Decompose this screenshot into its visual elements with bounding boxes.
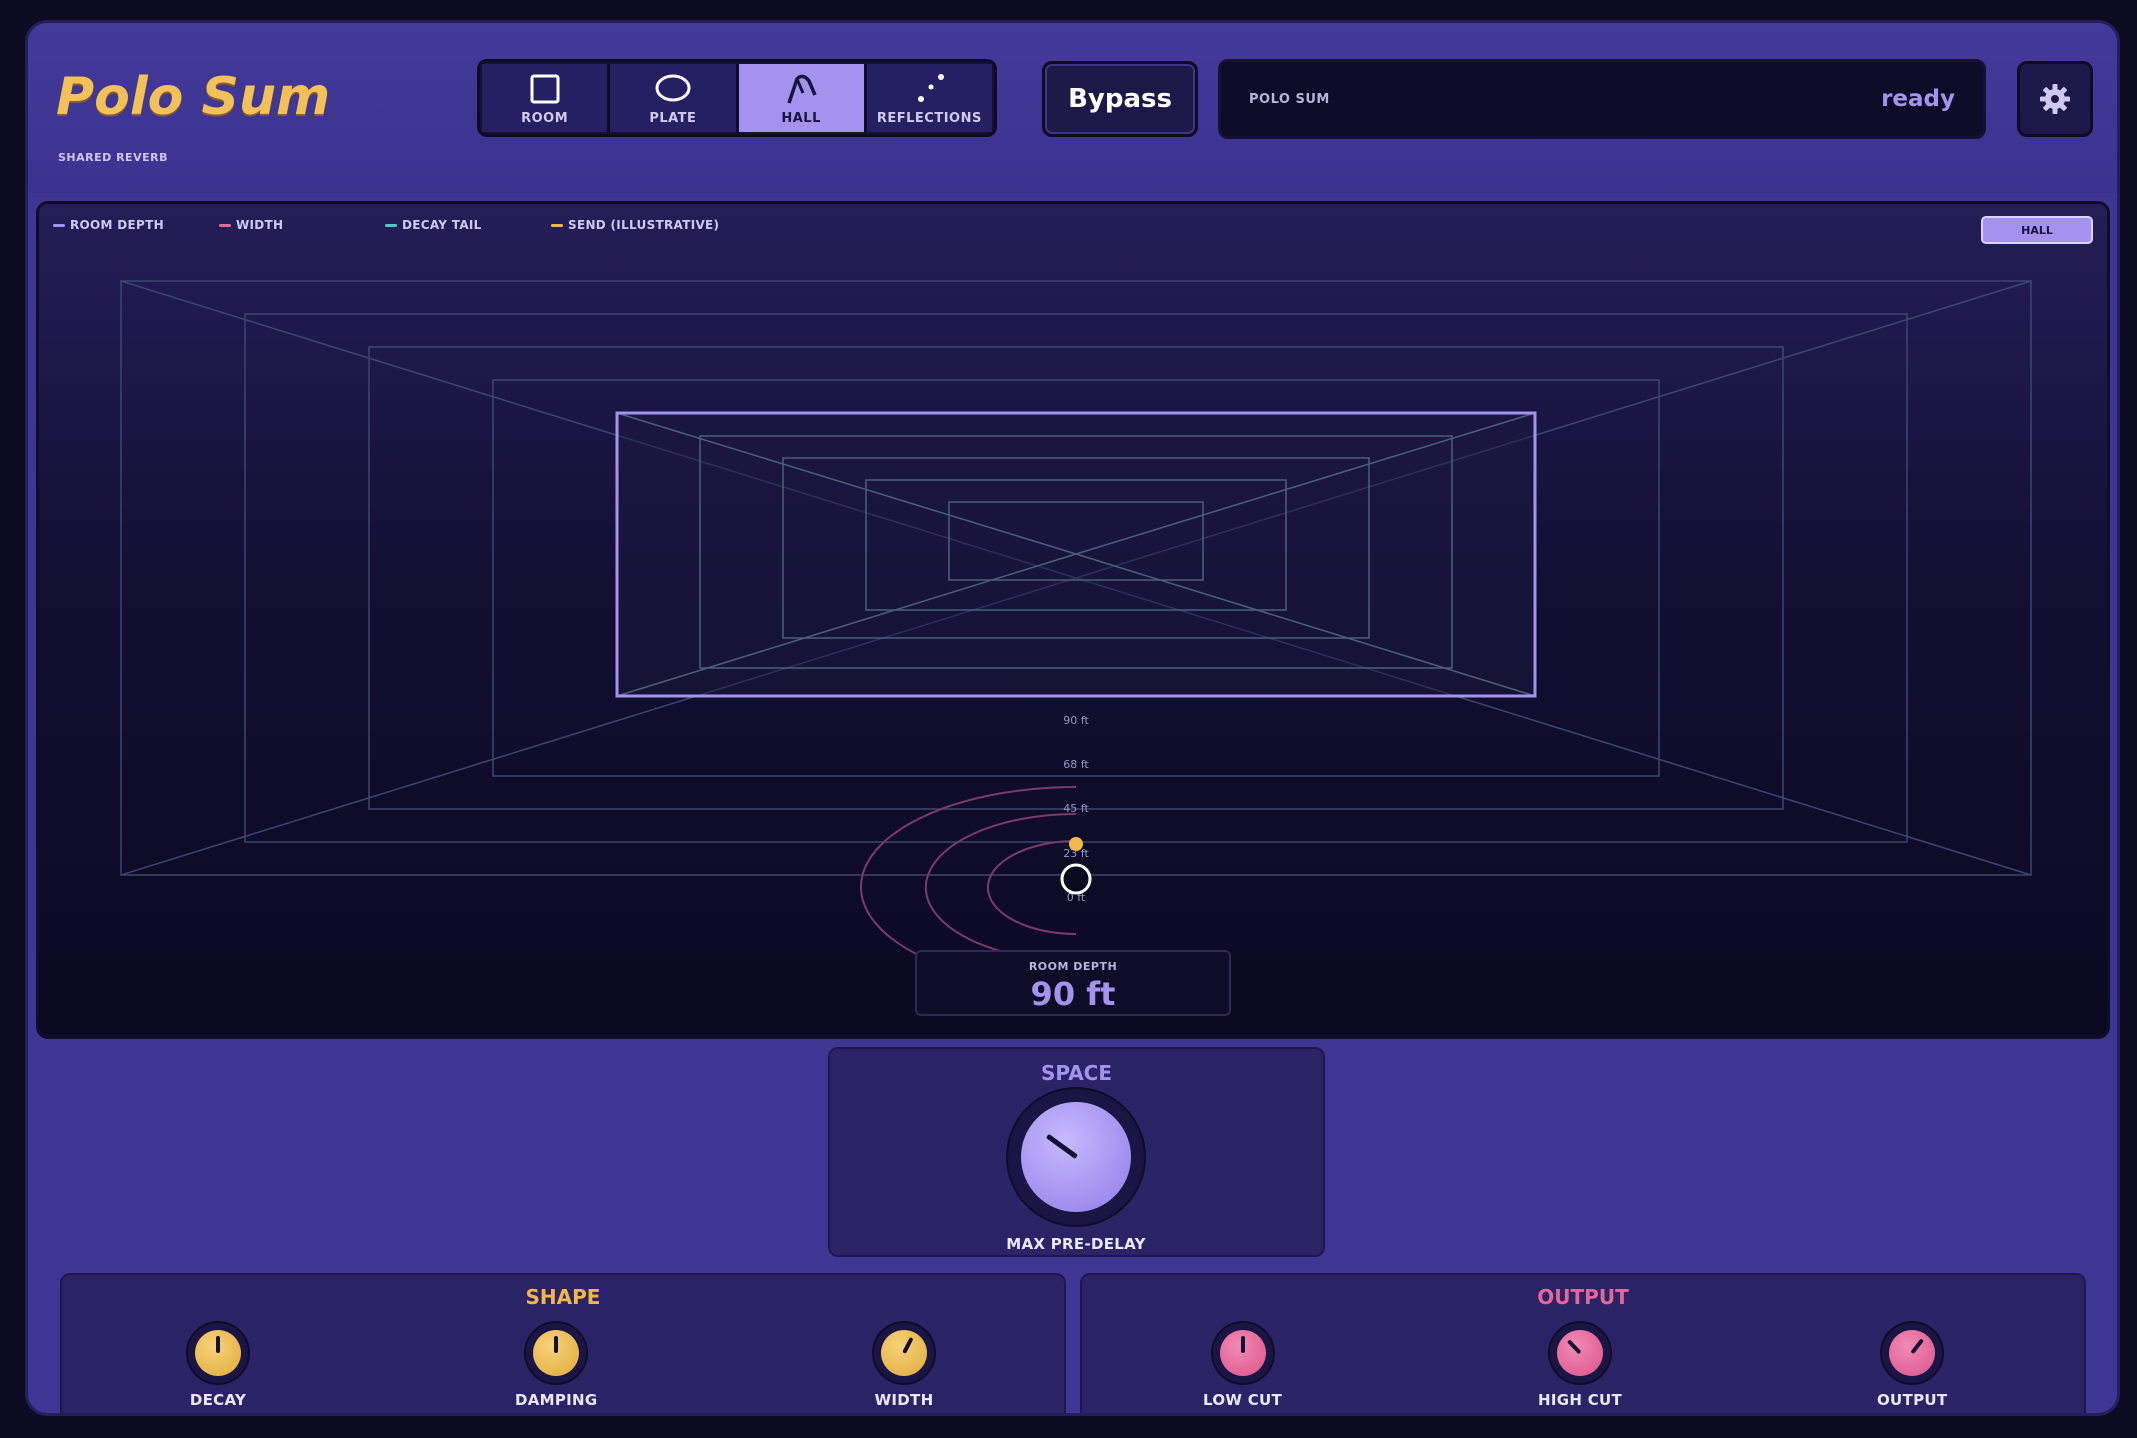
knob-cap (1219, 1330, 1266, 1376)
hall-icon (781, 71, 821, 107)
knob-cap (1021, 1102, 1131, 1212)
room-visualizer[interactable]: ROOM DEPTH WIDTH DECAY TAIL SEND (ILLUST… (36, 201, 2110, 1039)
square-icon (525, 71, 565, 107)
send-dot (1069, 837, 1083, 851)
width-label: WIDTH (874, 1391, 934, 1409)
decay-control: DECAY (186, 1321, 250, 1409)
damping-label: DAMPING (515, 1391, 598, 1409)
mode-selector: ROOM PLATE HALL REFLECTIONS (477, 59, 997, 137)
mode-plate-button[interactable]: PLATE (610, 64, 739, 132)
space-panel: SPACE MAX PRE-DELAY (828, 1047, 1325, 1257)
plugin-subtitle: SHARED REVERB (58, 151, 168, 164)
decay-label: DECAY (189, 1391, 247, 1409)
decay-knob[interactable] (186, 1321, 250, 1385)
knob-cap (195, 1330, 241, 1376)
knob-pointer (902, 1336, 914, 1354)
knob-pointer (1566, 1339, 1582, 1355)
settings-button[interactable] (2017, 61, 2093, 137)
damping-control: DAMPING (515, 1321, 598, 1409)
ellipse-icon (653, 71, 693, 107)
room-depth-value: 90 ft (1030, 975, 1116, 1013)
output-title: OUTPUT (1537, 1285, 1629, 1309)
plugin-window: Polo Sum SHARED REVERB ROOM PLATE HALL R… (25, 20, 2120, 1416)
knob-pointer (1045, 1133, 1078, 1160)
mode-reflections-label: REFLECTIONS (876, 110, 982, 126)
high-cut-control: HIGH CUT (1538, 1321, 1622, 1409)
width-knob[interactable] (872, 1321, 936, 1385)
shape-title: SHAPE (525, 1285, 601, 1309)
mode-reflections-button[interactable]: REFLECTIONS (866, 64, 992, 132)
max-pre-delay-control: MAX PRE-DELAY (1006, 1087, 1146, 1253)
max-pre-delay-label: MAX PRE-DELAY (1006, 1235, 1146, 1253)
gear-icon (2040, 84, 2070, 114)
knob-cap (881, 1330, 927, 1376)
perspective-room: 90 ft 68 ft 45 ft 23 ft 0 ft (120, 280, 2032, 988)
status-name: POLO SUM (1249, 92, 1330, 107)
shape-panel: SHAPE DECAY DAMPING WIDTH (60, 1273, 1066, 1413)
knob-pointer (554, 1336, 559, 1353)
mode-hall-label: HALL (781, 110, 821, 126)
output-control: OUTPUT (1877, 1321, 1947, 1409)
plugin-title: Polo Sum (56, 67, 331, 127)
knob-cap (1889, 1330, 1936, 1376)
max-pre-delay-knob[interactable] (1006, 1087, 1146, 1227)
status-display: POLO SUM ready (1218, 59, 1986, 139)
width-arc-mid (924, 813, 1077, 962)
depth-tick-label: 90 ft (1063, 714, 1089, 727)
low-cut-knob[interactable] (1210, 1321, 1275, 1385)
space-title: SPACE (1040, 1061, 1113, 1085)
mode-hall-button[interactable]: HALL (738, 64, 867, 132)
status-state: ready (1881, 86, 1955, 112)
output-knob[interactable] (1880, 1321, 1945, 1385)
output-panel: OUTPUT LOW CUT HIGH CUT OUTPUT (1080, 1273, 2086, 1413)
depth-tick-label: 45 ft (1063, 802, 1089, 815)
low-cut-control: LOW CUT (1203, 1321, 1282, 1409)
knob-pointer (216, 1336, 220, 1353)
damping-knob[interactable] (524, 1321, 589, 1385)
depth-tick-label: 68 ft (1063, 758, 1089, 771)
bypass-button[interactable]: Bypass (1042, 61, 1198, 137)
high-cut-knob[interactable] (1548, 1321, 1613, 1385)
knob-cap (533, 1330, 580, 1376)
low-cut-label: LOW CUT (1203, 1391, 1283, 1409)
knob-cap (1557, 1330, 1604, 1376)
listener-handle[interactable] (1060, 863, 1092, 895)
output-label: OUTPUT (1877, 1391, 1948, 1409)
knob-pointer (1910, 1338, 1925, 1355)
width-control: WIDTH (872, 1321, 936, 1409)
mode-room-label: ROOM (521, 110, 569, 126)
header: Polo Sum SHARED REVERB ROOM PLATE HALL R… (28, 23, 2117, 193)
dots-icon (909, 71, 949, 107)
mode-room-button[interactable]: ROOM (482, 64, 611, 132)
knob-pointer (1240, 1336, 1245, 1353)
room-depth-label: ROOM DEPTH (1028, 960, 1118, 973)
room-depth-readout: ROOM DEPTH 90 ft (915, 950, 1231, 1016)
mode-plate-label: PLATE (649, 110, 697, 126)
high-cut-label: HIGH CUT (1538, 1391, 1623, 1409)
